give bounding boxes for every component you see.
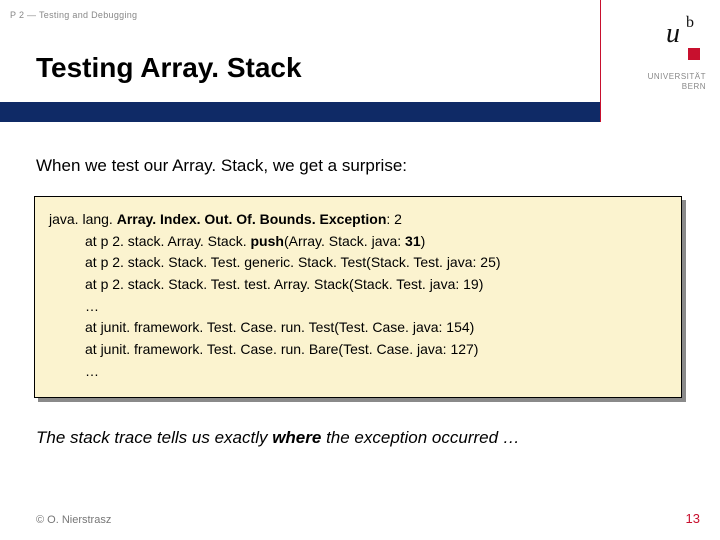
logo-uni-text: UNIVERSITÄT <box>648 72 706 81</box>
copyright: © O. Nierstrasz <box>36 514 111 526</box>
header-band: P 2 — Testing and Debugging Testing Arra… <box>0 0 600 102</box>
logo-bern-text: BERN <box>682 82 706 91</box>
trace-text: ) <box>421 233 426 249</box>
breadcrumb: P 2 — Testing and Debugging <box>10 10 137 20</box>
trace-line-6: at junit. framework. Test. Case. run. Te… <box>49 317 667 339</box>
trace-method: push <box>250 233 283 249</box>
trace-line-2: at p 2. stack. Array. Stack. push(Array.… <box>49 231 667 253</box>
trace-line-3: at p 2. stack. Stack. Test. generic. Sta… <box>49 252 667 274</box>
logo-b-glyph: b <box>686 14 694 32</box>
intro-text: When we test our Array. Stack, we get a … <box>36 156 407 176</box>
trace-exception-class: Array. Index. Out. Of. Bounds. Exception <box>117 211 387 227</box>
trace-text: at p 2. stack. Array. Stack. <box>85 233 250 249</box>
trace-line-no: 31 <box>405 233 421 249</box>
page-title: Testing Array. Stack <box>36 52 302 84</box>
page-number: 13 <box>686 511 700 526</box>
trace-line-7: at junit. framework. Test. Case. run. Ba… <box>49 339 667 361</box>
concl-bold: where <box>272 428 321 447</box>
trace-line-4: at p 2. stack. Stack. Test. test. Array.… <box>49 274 667 296</box>
conclusion-text: The stack trace tells us exactly where t… <box>36 428 520 448</box>
trace-text: : 2 <box>386 211 402 227</box>
logo-square-icon <box>688 48 700 60</box>
stack-trace-box: java. lang. Array. Index. Out. Of. Bound… <box>34 196 682 398</box>
trace-text: java. lang. <box>49 211 117 227</box>
concl-pre: The stack trace tells us exactly <box>36 428 272 447</box>
navy-bar <box>0 102 600 122</box>
slide: P 2 — Testing and Debugging Testing Arra… <box>0 0 720 540</box>
trace-line-1: java. lang. Array. Index. Out. Of. Bound… <box>49 209 667 231</box>
logo-u-glyph: u <box>666 18 680 50</box>
concl-post: the exception occurred … <box>321 428 519 447</box>
trace-text: (Array. Stack. java: <box>284 233 405 249</box>
logo: u b UNIVERSITÄT BERN <box>601 0 720 122</box>
trace-line-5: … <box>49 296 667 318</box>
trace-line-8: … <box>49 361 667 383</box>
